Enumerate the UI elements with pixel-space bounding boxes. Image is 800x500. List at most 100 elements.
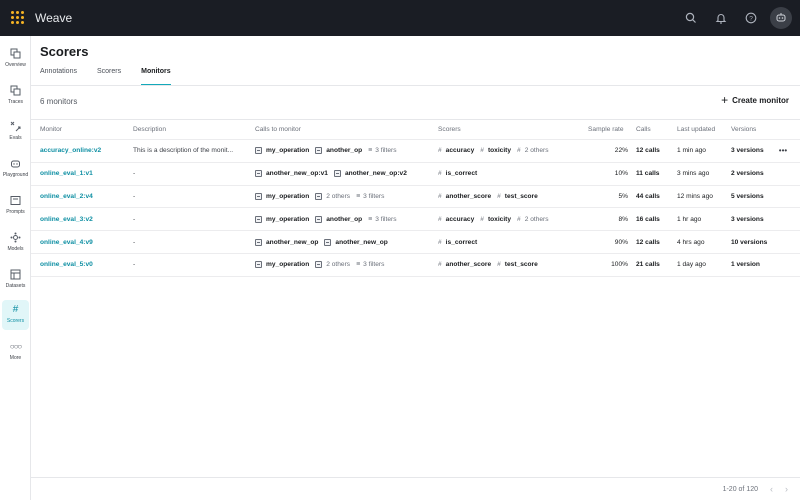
op-name: another_new_op:v2	[344, 170, 407, 178]
sidebar-item-playground[interactable]: Playground	[2, 154, 29, 184]
scorer-chip[interactable]: # accuracy	[438, 147, 474, 154]
op-chip[interactable]: another_new_op	[324, 238, 388, 246]
op-chip[interactable]: my_operation	[255, 215, 309, 223]
table-row[interactable]: online_eval_3:v2 - my_operation another_op ≡…	[31, 208, 800, 232]
op-chip[interactable]: my_operation	[255, 261, 309, 269]
bell-icon[interactable]	[712, 9, 730, 27]
monitor-link[interactable]: online_eval_3:v2	[40, 216, 93, 223]
versions-count[interactable]: 1 version	[731, 254, 776, 276]
chevron-right-icon[interactable]: ›	[785, 484, 788, 494]
scorer-chip[interactable]: # accuracy	[438, 216, 474, 223]
table-row[interactable]: online_eval_1:v1 - another_new_op:v1 anothe…	[31, 163, 800, 186]
scorer-chip[interactable]: # test_score	[497, 261, 538, 268]
filters-chip[interactable]: ≡ 3 filters	[368, 147, 396, 154]
help-icon[interactable]: ?	[742, 9, 760, 27]
sidebar-item-prompts[interactable]: Prompts	[2, 191, 29, 221]
operation-icon	[255, 215, 262, 223]
row-actions-button[interactable]: •••	[775, 140, 791, 162]
column-header-monitor[interactable]: Monitor	[40, 120, 130, 139]
filters-label: 3 filters	[363, 192, 385, 200]
column-header-versions[interactable]: Versions	[731, 120, 776, 139]
monitor-description: -	[133, 192, 136, 200]
filters-chip[interactable]: ≡ 3 filters	[356, 193, 384, 200]
filters-chip[interactable]: ≡ 3 filters	[356, 261, 384, 268]
op-chip[interactable]: another_new_op:v2	[333, 170, 407, 178]
scorer-chip[interactable]: # another_score	[438, 193, 491, 200]
calls-count[interactable]: 16 calls	[636, 208, 676, 230]
filters-chip[interactable]: ≡ 3 filters	[368, 216, 396, 223]
op-chip[interactable]: another_new_op	[255, 238, 318, 246]
sidebar-item-traces[interactable]: Traces	[2, 81, 29, 111]
monitor-link[interactable]: accuracy_online:v2	[40, 147, 101, 154]
op-name: another_op	[326, 215, 363, 223]
op-chip[interactable]: my_operation	[255, 147, 309, 155]
column-header-scorers[interactable]: Scorers	[438, 120, 588, 139]
avatar[interactable]	[770, 7, 792, 29]
scorer-chip[interactable]: # toxicity	[480, 216, 511, 223]
operation-icon	[333, 170, 341, 178]
versions-count[interactable]: 5 versions	[731, 186, 776, 208]
monitor-link[interactable]: online_eval_1:v1	[40, 170, 93, 177]
versions-count[interactable]: 10 versions	[731, 231, 776, 253]
chevron-left-icon[interactable]: ‹	[770, 484, 773, 494]
tab-monitors[interactable]: Monitors	[141, 68, 171, 86]
operation-icon	[315, 215, 323, 223]
op-chip[interactable]: another_op	[315, 215, 363, 223]
sidebar-item-overview[interactable]: Overview	[2, 44, 29, 74]
sample-rate: 90%	[614, 238, 628, 246]
calls-to-monitor-cell: my_operation another_op ≡ 3 filters	[255, 140, 435, 162]
table-row[interactable]: online_eval_4:v9- another_new_op another_n…	[31, 231, 800, 254]
monitor-link[interactable]: online_eval_5:v0	[40, 261, 93, 268]
table-row[interactable]: online_eval_5:v0 - my_operation 2 others ≡ 3 …	[31, 254, 800, 277]
column-header-sample-rate[interactable]: Sample rate	[588, 120, 633, 139]
scorer-chip[interactable]: # is_correct	[438, 170, 477, 177]
create-monitor-button[interactable]: + Create monitor	[721, 94, 789, 106]
scorer-chip[interactable]: # toxicity	[480, 147, 511, 154]
column-header-description[interactable]: Description	[133, 120, 248, 139]
monitor-link[interactable]: online_eval_2:v4	[40, 193, 93, 200]
more-ops-chip[interactable]: 2 others	[315, 261, 351, 269]
sidebar-item-models[interactable]: Models	[2, 228, 29, 258]
column-header-calls-to-monitor[interactable]: Calls to monitor	[255, 120, 435, 139]
table-row[interactable]: accuracy_online:v2 This is a description …	[31, 140, 800, 163]
tab-scorers[interactable]: Scorers	[97, 68, 121, 86]
search-icon[interactable]	[682, 9, 700, 27]
scorer-name: another_score	[445, 192, 492, 200]
column-header-last-updated[interactable]: Last updated	[677, 120, 729, 139]
sidebar-item-more[interactable]: ○○○ More	[2, 337, 29, 367]
scorer-chip[interactable]: # is_correct	[438, 239, 477, 246]
versions-count[interactable]: 3 versions	[731, 140, 776, 162]
more-ops-chip[interactable]: 2 others	[315, 192, 350, 200]
hash-icon: #	[517, 215, 521, 223]
sample-rate: 10%	[614, 170, 628, 178]
tab-annotations[interactable]: Annotations	[40, 68, 77, 86]
scorer-chip[interactable]: # another_score	[438, 261, 491, 268]
operation-icon	[315, 147, 323, 155]
more-scorers-chip[interactable]: #2 others	[517, 147, 549, 154]
more-scorers-chip[interactable]: #2 others	[517, 216, 549, 223]
calls-count[interactable]: 44 calls	[636, 186, 676, 208]
versions-count[interactable]: 3 versions	[731, 208, 776, 230]
column-header-calls[interactable]: Calls	[636, 120, 676, 139]
calls-count[interactable]: 11 calls	[636, 163, 676, 185]
monitor-link[interactable]: online_eval_4:v9	[40, 239, 93, 246]
sidebar-item-datasets[interactable]: Datasets	[2, 265, 29, 295]
filter-icon: ≡	[356, 192, 361, 200]
weave-logo-icon[interactable]	[11, 11, 25, 25]
scorer-chip[interactable]: # test_score	[497, 193, 538, 200]
hash-icon: #	[438, 215, 442, 223]
calls-count[interactable]: 12 calls	[636, 140, 676, 162]
op-chip[interactable]: another_op	[315, 147, 362, 155]
scorer-name: test_score	[504, 192, 538, 200]
sidebar-item-scorers[interactable]: # Scorers	[2, 300, 29, 330]
table-row[interactable]: online_eval_2:v4 - my_operation 2 others ≡ 3 …	[31, 186, 800, 209]
sidebar-item-label: Traces	[7, 99, 24, 105]
monitor-description: -	[133, 170, 136, 178]
more-ops-label: 2 others	[326, 261, 351, 269]
calls-count[interactable]: 21 calls	[636, 254, 676, 276]
sidebar-item-evals[interactable]: Evals	[2, 117, 29, 147]
calls-count[interactable]: 12 calls	[636, 231, 676, 253]
versions-count[interactable]: 2 versions	[731, 163, 776, 185]
op-chip[interactable]: my_operation	[255, 192, 309, 200]
op-chip[interactable]: another_new_op:v1	[255, 170, 328, 178]
